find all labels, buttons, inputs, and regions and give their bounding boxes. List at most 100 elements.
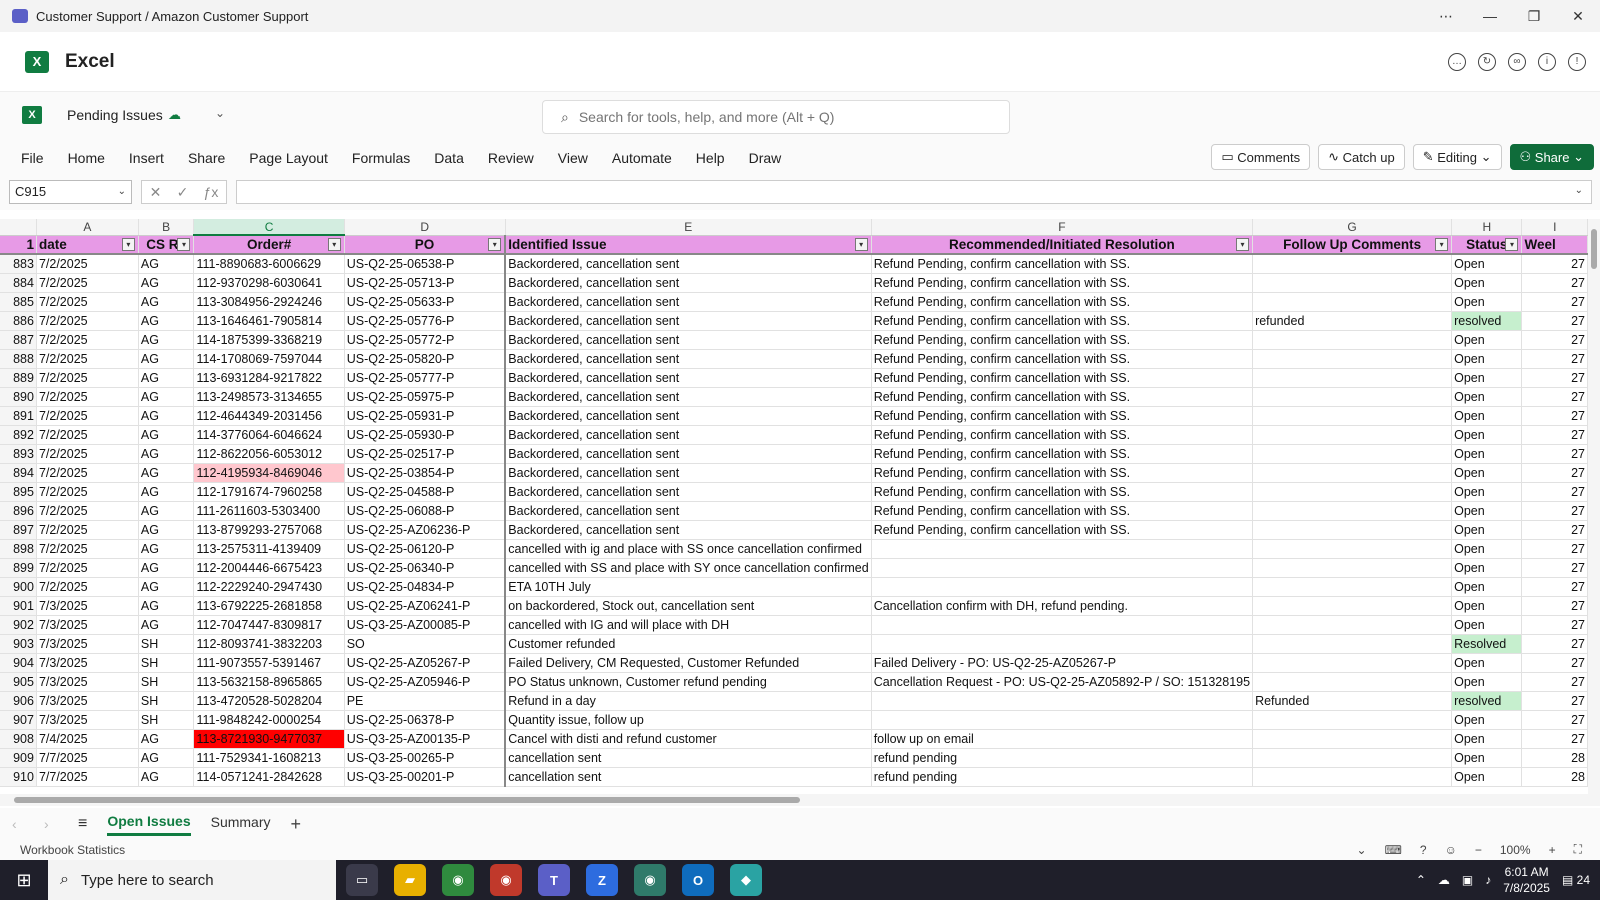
cell-c[interactable]: 113-4720528-5028204 [193,691,345,711]
cell-i[interactable]: 27 [1521,672,1588,692]
cell-e[interactable]: Backordered, cancellation sent [504,311,872,331]
cell-g[interactable] [1252,349,1453,369]
cell-b[interactable]: AG [138,311,195,331]
cell-h[interactable]: Open [1451,596,1523,616]
cell-a[interactable]: 7/3/2025 [36,615,139,635]
cell-g[interactable] [1252,577,1453,597]
cell-h[interactable]: Open [1451,558,1523,578]
check-icon[interactable]: ✓ [177,184,189,201]
cell-d[interactable]: US-Q2-25-04834-P [344,577,506,597]
cell-c[interactable]: 111-9073557-5391467 [193,653,345,673]
cell-c[interactable]: 111-9848242-0000254 [193,710,345,730]
cell-e[interactable]: Backordered, cancellation sent [504,349,872,369]
function-icon[interactable]: ƒx [204,184,219,200]
row-number[interactable]: 910 [0,767,37,787]
cell-e[interactable]: Cancel with disti and refund customer [504,729,872,749]
cell-h[interactable]: Open [1451,615,1523,635]
cell-h[interactable]: Open [1451,292,1523,312]
cell-i[interactable]: 27 [1521,273,1588,293]
row-number[interactable]: 888 [0,349,37,369]
cell-h[interactable]: Open [1451,577,1523,597]
cell-h[interactable]: Open [1451,710,1523,730]
cell-e[interactable]: Backordered, cancellation sent [504,425,872,445]
cell-g[interactable] [1252,425,1453,445]
cell-e[interactable]: PO Status unknown, Customer refund pendi… [504,672,872,692]
cell-h[interactable]: Open [1451,672,1523,692]
cell-b[interactable]: AG [138,330,195,350]
cell-g[interactable]: refunded [1252,311,1453,331]
row-number[interactable]: 908 [0,729,37,749]
cell-c[interactable]: 113-3084956-2924246 [193,292,345,312]
cell-b[interactable]: AG [138,482,195,502]
search-input[interactable] [578,109,979,125]
cell-d[interactable]: US-Q2-25-05713-P [344,273,506,293]
cell-f[interactable] [871,691,1254,711]
cell-g[interactable] [1252,273,1453,293]
chrome-alt-icon[interactable]: ◉ [634,864,666,896]
tab-formulas[interactable]: Formulas [340,150,422,166]
fullscreen-icon[interactable]: ⛶ [1574,842,1582,857]
cell-c[interactable]: 111-7529341-1608213 [193,748,345,768]
cell-f[interactable]: Refund Pending, confirm cancellation wit… [871,349,1254,369]
cell-g[interactable] [1252,482,1453,502]
header-cell-d[interactable]: PO ▾ [344,235,506,255]
header-cell-c[interactable]: Order# ▾ [193,235,345,255]
cell-i[interactable]: 27 [1521,596,1588,616]
row-number[interactable]: 893 [0,444,37,464]
row-number[interactable]: 909 [0,748,37,768]
cell-i[interactable]: 27 [1521,691,1588,711]
cell-f[interactable]: Refund Pending, confirm cancellation wit… [871,406,1254,426]
cell-i[interactable]: 27 [1521,577,1588,597]
row-number[interactable]: 899 [0,558,37,578]
cell-c[interactable]: 114-1708069-7597044 [193,349,345,369]
cell-a[interactable]: 7/2/2025 [36,501,139,521]
cell-d[interactable]: US-Q2-25-05975-P [344,387,506,407]
cell-b[interactable]: AG [138,615,195,635]
cell-b[interactable]: AG [138,254,195,274]
tab-home[interactable]: Home [56,150,117,166]
cell-h[interactable]: Open [1451,501,1523,521]
cell-h[interactable]: Open [1451,653,1523,673]
chevron-down-icon[interactable]: ⌄ [1357,843,1367,857]
cell-d[interactable]: US-Q2-25-05820-P [344,349,506,369]
row-number[interactable]: 897 [0,520,37,540]
vertical-scrollbar[interactable] [1588,219,1600,794]
cell-g[interactable] [1252,634,1453,654]
cell-c[interactable]: 112-4195934-8469046 [193,463,345,483]
outlook-icon[interactable]: O [682,864,714,896]
column-header-b[interactable]: B [138,219,195,236]
filter-dropdown-icon[interactable]: ▾ [121,237,135,251]
cell-e[interactable]: Backordered, cancellation sent [504,292,872,312]
cell-b[interactable]: SH [138,634,195,654]
cell-e[interactable]: cancelled with ig and place with SS once… [504,539,872,559]
windows-start-icon[interactable]: ⊞ [0,860,48,900]
keyboard-icon[interactable]: ⌨ [1385,843,1402,857]
cell-g[interactable] [1252,520,1453,540]
feedback-icon[interactable]: ☺ [1445,843,1457,857]
cell-i[interactable]: 27 [1521,520,1588,540]
chat-icon[interactable]: … [1448,52,1466,71]
cell-d[interactable]: SO [344,634,506,654]
header-cell-h[interactable]: Status ▾ [1451,235,1523,255]
row-number[interactable]: 906 [0,691,37,711]
info-icon[interactable]: i [1538,52,1556,71]
cell-f[interactable]: refund pending [871,767,1254,787]
cell-g[interactable]: Refunded [1252,691,1453,711]
cell-d[interactable]: US-Q3-25-00201-P [344,767,506,787]
cell-f[interactable]: Refund Pending, confirm cancellation wit… [871,254,1254,274]
row-number[interactable]: 887 [0,330,37,350]
cell-d[interactable]: US-Q2-25-05930-P [344,425,506,445]
cell-b[interactable]: AG [138,596,195,616]
cell-i[interactable]: 28 [1521,748,1588,768]
cell-a[interactable]: 7/2/2025 [36,292,139,312]
cell-a[interactable]: 7/2/2025 [36,368,139,388]
zoom-out-icon[interactable]: − [1475,843,1482,857]
horizontal-scrollbar[interactable] [0,794,1600,806]
name-box[interactable]: C915 ⌄ [9,180,132,204]
cell-h[interactable]: Open [1451,729,1523,749]
chevron-up-icon[interactable]: ⌃ [1416,873,1426,887]
cell-i[interactable]: 27 [1521,254,1588,274]
row-number[interactable]: 900 [0,577,37,597]
cell-g[interactable] [1252,292,1453,312]
header-cell-a[interactable]: date ▾ [36,235,139,255]
